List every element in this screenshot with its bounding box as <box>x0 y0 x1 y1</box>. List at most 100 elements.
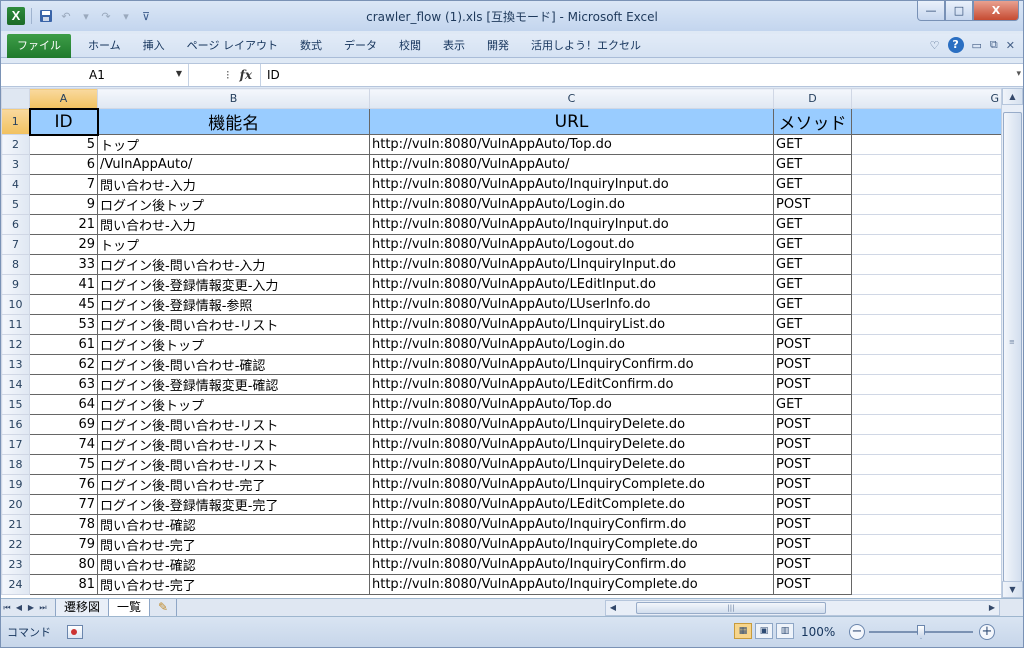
tab-review[interactable]: 校閲 <box>388 34 432 58</box>
cell-method[interactable]: POST <box>773 534 852 555</box>
cell-function-name[interactable]: ログイン後-問い合わせ-リスト <box>97 314 370 335</box>
scroll-left-button[interactable]: ◀ <box>606 601 620 615</box>
cell-url[interactable]: http://vuln:8080/VulnAppAuto/InquiryComp… <box>369 574 774 595</box>
row-header[interactable]: 19 <box>1 474 30 495</box>
cell-empty[interactable] <box>851 174 1001 195</box>
cell-function-name[interactable]: 問い合わせ-入力 <box>97 214 370 235</box>
row-header[interactable]: 6 <box>1 214 30 235</box>
workbook-minimize-icon[interactable]: ▭ <box>972 39 982 52</box>
sheet-tab-flow[interactable]: 遷移図 <box>55 598 110 617</box>
cell-empty[interactable] <box>851 354 1001 375</box>
zoom-level[interactable]: 100% <box>801 625 835 639</box>
cell-url[interactable]: http://vuln:8080/VulnAppAuto/LEditInput.… <box>369 274 774 295</box>
cell-id[interactable]: 63 <box>29 374 98 395</box>
cell-function-name[interactable]: トップ <box>97 134 370 155</box>
cell-url[interactable]: http://vuln:8080/VulnAppAuto/Login.do <box>369 334 774 355</box>
cell-empty[interactable] <box>851 214 1001 235</box>
worksheet-grid[interactable]: A B C D G 1 ID 機能名 URL メソッド 2 5 トップ http://… <box>1 88 1001 598</box>
cell-url[interactable]: http://vuln:8080/VulnAppAuto/InquiryInpu… <box>369 174 774 195</box>
cell-url[interactable]: http://vuln:8080/VulnAppAuto/LEditComple… <box>369 494 774 515</box>
row-header[interactable]: 5 <box>1 194 30 215</box>
header-cell-url[interactable]: URL <box>369 108 774 135</box>
row-header[interactable]: 23 <box>1 554 30 575</box>
cell-id[interactable]: 53 <box>29 314 98 335</box>
customize-qat-icon[interactable]: ⊽ <box>138 8 154 24</box>
cell-function-name[interactable]: 問い合わせ-完了 <box>97 534 370 555</box>
cell-function-name[interactable]: /VulnAppAuto/ <box>97 154 370 175</box>
prev-sheet-icon[interactable]: ◀ <box>13 603 25 612</box>
cell-function-name[interactable]: ログイン後トップ <box>97 394 370 415</box>
cell-id[interactable]: 69 <box>29 414 98 435</box>
cell-empty[interactable] <box>851 374 1001 395</box>
undo-icon[interactable]: ↶ <box>58 8 74 24</box>
cell-url[interactable]: http://vuln:8080/VulnAppAuto/Login.do <box>369 194 774 215</box>
zoom-in-button[interactable]: + <box>979 624 995 640</box>
cell-method[interactable]: GET <box>773 294 852 315</box>
sheet-tab-list[interactable]: 一覧 <box>108 598 151 617</box>
workbook-restore-icon[interactable]: ⧉ <box>990 38 998 52</box>
row-header[interactable]: 15 <box>1 394 30 415</box>
help-icon[interactable]: ? <box>947 37 964 53</box>
horizontal-scrollbar[interactable]: ◀ ||| ▶ <box>605 600 1000 616</box>
name-box-dropdown-icon[interactable]: ▼ <box>176 69 182 78</box>
cell-id[interactable]: 61 <box>29 334 98 355</box>
cell-empty[interactable] <box>851 314 1001 335</box>
cell-id[interactable]: 29 <box>29 234 98 255</box>
row-header[interactable]: 20 <box>1 494 30 515</box>
cell-method[interactable]: POST <box>773 374 852 395</box>
formula-handle-icon[interactable]: ⁝ <box>226 68 230 82</box>
column-header-d[interactable]: D <box>773 88 852 109</box>
cell-function-name[interactable]: 問い合わせ-確認 <box>97 514 370 535</box>
header-cell-name[interactable]: 機能名 <box>97 108 370 135</box>
cell-id[interactable]: 81 <box>29 574 98 595</box>
cell-url[interactable]: http://vuln:8080/VulnAppAuto/LInquiryCon… <box>369 354 774 375</box>
cell-url[interactable]: http://vuln:8080/VulnAppAuto/Top.do <box>369 394 774 415</box>
next-sheet-icon[interactable]: ▶ <box>25 603 37 612</box>
header-cell-id[interactable]: ID <box>28 107 99 136</box>
column-header-a[interactable]: A <box>29 88 98 109</box>
scroll-right-button[interactable]: ▶ <box>985 601 999 615</box>
cell-empty[interactable] <box>851 454 1001 475</box>
formula-input[interactable]: ID <box>261 68 280 82</box>
vertical-scroll-thumb[interactable]: ≡ <box>1003 112 1022 582</box>
cell-empty[interactable] <box>851 134 1001 155</box>
row-header[interactable]: 4 <box>1 174 30 195</box>
cell-id[interactable]: 21 <box>29 214 98 235</box>
tab-page-layout[interactable]: ページ レイアウト <box>176 34 289 58</box>
cell-empty[interactable] <box>851 194 1001 215</box>
vertical-scrollbar[interactable]: ▲ ≡ ▼ <box>1001 88 1023 598</box>
cell-empty[interactable] <box>851 574 1001 595</box>
cell-function-name[interactable]: ログイン後-登録情報変更-完了 <box>97 494 370 515</box>
cell-empty[interactable] <box>851 294 1001 315</box>
cell-method[interactable]: POST <box>773 574 852 595</box>
cell-url[interactable]: http://vuln:8080/VulnAppAuto/Logout.do <box>369 234 774 255</box>
cell-method[interactable]: GET <box>773 254 852 275</box>
cell-function-name[interactable]: ログイン後トップ <box>97 194 370 215</box>
cell-method[interactable]: GET <box>773 214 852 235</box>
header-cell-method[interactable]: メソッド <box>773 108 852 135</box>
name-box[interactable]: A1 ▼ <box>1 64 189 86</box>
row-header[interactable]: 13 <box>1 354 30 375</box>
page-break-view-icon[interactable]: ▥ <box>776 623 794 639</box>
workbook-close-icon[interactable]: ✕ <box>1006 39 1015 52</box>
save-icon[interactable] <box>38 8 54 24</box>
tab-file[interactable]: ファイル <box>7 33 71 58</box>
cell-function-name[interactable]: ログイン後トップ <box>97 334 370 355</box>
formula-expand-icon[interactable]: ▾ <box>1016 69 1021 79</box>
cell-empty[interactable] <box>851 274 1001 295</box>
normal-view-icon[interactable]: ▦ <box>734 623 752 639</box>
row-header[interactable]: 2 <box>1 134 30 155</box>
cell-id[interactable]: 64 <box>29 394 98 415</box>
cell-url[interactable]: http://vuln:8080/VulnAppAuto/LInquiryDel… <box>369 454 774 475</box>
row-header[interactable]: 11 <box>1 314 30 335</box>
cell-id[interactable]: 6 <box>29 154 98 175</box>
cell-empty[interactable] <box>851 254 1001 275</box>
header-cell-empty[interactable] <box>851 108 1001 135</box>
row-header[interactable]: 8 <box>1 254 30 275</box>
tab-data[interactable]: データ <box>333 34 388 58</box>
zoom-out-button[interactable]: − <box>849 624 865 640</box>
cell-method[interactable]: POST <box>773 354 852 375</box>
ribbon-collapse-icon[interactable]: ♡ <box>930 39 940 52</box>
row-header[interactable]: 21 <box>1 514 30 535</box>
cell-method[interactable]: GET <box>773 174 852 195</box>
